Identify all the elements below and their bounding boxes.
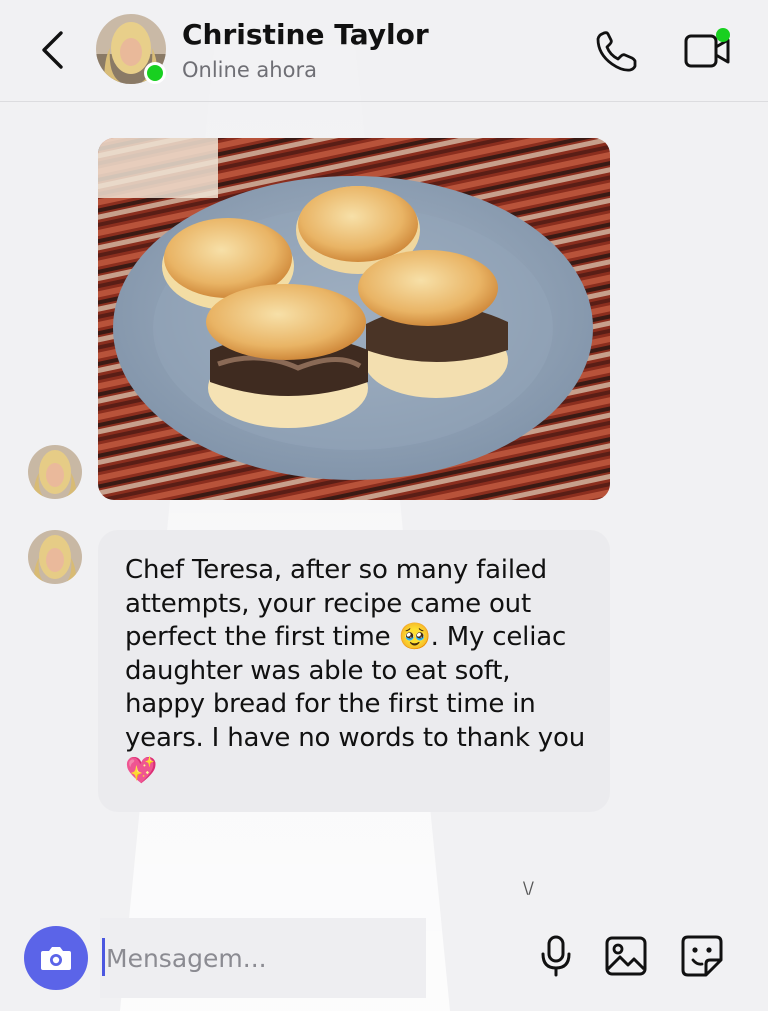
contact-name[interactable]: Christine Taylor xyxy=(182,18,429,51)
online-indicator xyxy=(144,62,166,84)
voice-message-button[interactable] xyxy=(532,932,580,980)
back-button[interactable] xyxy=(30,28,74,72)
call-button[interactable] xyxy=(592,28,642,74)
scroll-indicator: \/ xyxy=(523,878,534,897)
image-icon xyxy=(605,936,647,976)
sender-avatar[interactable] xyxy=(28,445,82,499)
chevron-left-icon xyxy=(42,31,63,69)
message-photo[interactable] xyxy=(98,138,610,500)
chat-header: Christine Taylor Online ahora xyxy=(0,0,768,102)
video-status-dot xyxy=(716,28,730,42)
video-call-button[interactable] xyxy=(682,26,734,74)
camera-button[interactable] xyxy=(24,926,88,990)
message-text: Chef Teresa, after so many failed attemp… xyxy=(125,555,585,786)
contact-status: Online ahora xyxy=(182,58,317,82)
message-input[interactable] xyxy=(106,936,406,980)
contact-avatar[interactable] xyxy=(96,14,168,86)
sender-avatar[interactable] xyxy=(28,530,82,584)
sticker-icon xyxy=(681,935,723,977)
camera-icon xyxy=(41,947,71,970)
phone-icon xyxy=(596,31,637,72)
gallery-button[interactable] xyxy=(602,932,650,980)
sticker-button[interactable] xyxy=(678,932,726,980)
text-caret xyxy=(102,938,105,976)
message-bubble[interactable]: Chef Teresa, after so many failed attemp… xyxy=(98,530,610,812)
microphone-icon xyxy=(541,935,571,977)
